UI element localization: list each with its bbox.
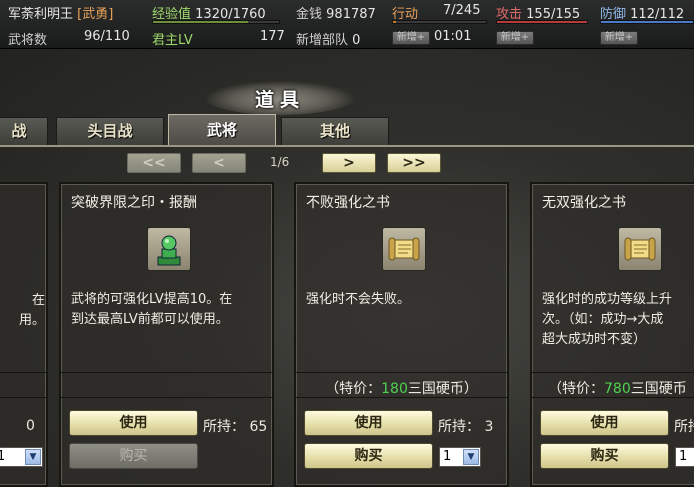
money-stat: 金钱 981787 [296, 7, 376, 22]
item-card: 突破界限之印・报酬 武将的可强化LV提高10。在 到达最高LV前都可以使用。 使用… [59, 182, 274, 487]
generals-label: 武将数 [8, 33, 48, 48]
item-description: 在用。 [18, 293, 45, 328]
owned-count: 所持： 3 [438, 419, 494, 435]
exp-bar-fill [153, 21, 248, 23]
card-separator [0, 372, 46, 373]
chevron-down-icon[interactable]: ▼ [463, 449, 479, 465]
buy-button[interactable]: 购买 [540, 443, 669, 469]
item-name: 不败强化之书 [306, 195, 390, 211]
attack-bar [496, 20, 588, 24]
tab-other[interactable]: 其他 [281, 117, 389, 145]
defense-bar-fill [601, 21, 693, 23]
item-card: 不败强化之书 强化时不会失败。 （特价：180三国硬币） 使用 所持： 3 购买… [294, 182, 509, 487]
card-separator [532, 372, 694, 373]
item-card: 无双强化之书 强化时的成功等级上升 次。（如：成功→大成 超大成功时不变） （特价：… [530, 182, 694, 487]
quantity-select[interactable]: 1 [675, 447, 694, 467]
buy-button[interactable]: 购买 [304, 443, 433, 469]
scroll-icon [382, 227, 426, 271]
jade-seal-icon [147, 227, 191, 271]
new-units-stat: 新增部队 0 [296, 33, 361, 48]
add-units-button[interactable]: 新增+ [392, 31, 430, 45]
item-price: （特价：780三国硬币 [548, 381, 687, 397]
item-description: 强化时不会失败。 [306, 292, 411, 307]
quantity-select[interactable]: 1 ▼ [0, 447, 43, 467]
tab-boss-battle[interactable]: 头目战 [56, 117, 164, 145]
chevron-down-icon[interactable]: ▼ [25, 449, 41, 465]
panel-title: 道具 [205, 81, 355, 115]
lord-level-label: 君主LV [152, 33, 193, 48]
item-description: 武将的可强化LV提高10。在 到达最高LV前都可以使用。 [71, 292, 233, 327]
item-price: （特价：180三国硬币） [325, 381, 478, 397]
card-separator [296, 397, 507, 398]
items-panel: 道具 战 头目战 武将 其他 << < 1/6 > >> 在用。 0 1 ▼ 突破… [0, 49, 694, 487]
add-attack-button[interactable]: 新增+ [496, 31, 534, 45]
card-separator [296, 372, 507, 373]
item-name: 无双强化之书 [542, 195, 626, 211]
card-separator [61, 372, 272, 373]
generals-value: 96/110 [84, 29, 130, 44]
owned-count: 所持： 65 [203, 419, 268, 435]
card-separator [532, 397, 694, 398]
player-name: 军荼利明王 [武勇] [8, 7, 114, 22]
use-button[interactable]: 使用 [304, 410, 433, 436]
page-indicator: 1/6 [270, 155, 290, 169]
action-value: 7/245 [443, 3, 481, 18]
prev-page-button[interactable]: < [192, 153, 246, 173]
tab-battle[interactable]: 战 [0, 117, 48, 145]
action-bar-fill [393, 21, 396, 23]
add-defense-button[interactable]: 新增+ [600, 31, 638, 45]
tab-divider [0, 145, 694, 147]
buy-button[interactable]: 购买 [69, 443, 198, 469]
item-card: 在用。 0 1 ▼ [0, 182, 48, 487]
player-class: [武勇] [77, 7, 114, 22]
first-page-button[interactable]: << [127, 153, 181, 173]
lord-level-value: 177 [260, 29, 285, 44]
scroll-icon [618, 227, 662, 271]
exp-bar [152, 20, 280, 24]
card-separator [61, 397, 272, 398]
item-name: 突破界限之印・报酬 [71, 195, 197, 211]
use-button[interactable]: 使用 [540, 410, 669, 436]
owned-count: 所持 [674, 419, 694, 435]
quantity-select[interactable]: 1 ▼ [439, 447, 481, 467]
use-button[interactable]: 使用 [69, 410, 198, 436]
card-separator [0, 397, 46, 398]
tab-generals[interactable]: 武将 [168, 114, 276, 146]
owned-count: 0 [26, 418, 35, 434]
status-bar: 军荼利明王 [武勇] 经验值 1320/1760 金钱 981787 行动 7/… [0, 0, 694, 49]
timer: 01:01 [434, 29, 472, 44]
defense-bar [600, 20, 694, 24]
attack-bar-fill [497, 21, 587, 23]
item-description: 强化时的成功等级上升 次。（如：成功→大成 超大成功时不变） [542, 292, 673, 347]
next-page-button[interactable]: > [322, 153, 376, 173]
last-page-button[interactable]: >> [387, 153, 441, 173]
action-bar [392, 20, 487, 24]
